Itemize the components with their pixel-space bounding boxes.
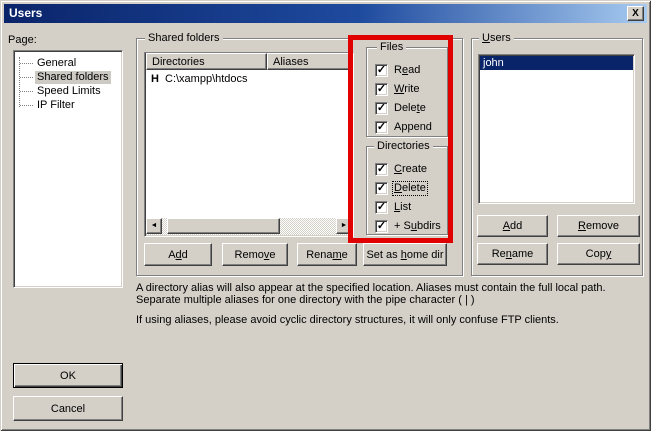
- tree-item-label-selected: Shared folders: [35, 71, 111, 84]
- directories-permissions-group: Directories ✓ Create ✓ Delete ✓ List ✓ +…: [366, 146, 448, 235]
- shared-folders-legend: Shared folders: [145, 32, 223, 45]
- window-title: Users: [9, 6, 42, 20]
- checkbox-checked-icon[interactable]: ✓: [375, 121, 388, 134]
- checkbox-checked-icon[interactable]: ✓: [375, 83, 388, 96]
- scroll-right-icon: ►: [341, 222, 348, 229]
- home-dir-flag: H: [151, 73, 159, 85]
- rename-folder-button[interactable]: Rename: [297, 243, 357, 266]
- checkbox-checked-icon[interactable]: ✓: [375, 220, 388, 233]
- files-legend: Files: [377, 41, 406, 54]
- checkbox-checked-icon[interactable]: ✓: [375, 102, 388, 115]
- close-button[interactable]: X: [627, 6, 644, 21]
- checkbox-label-focused: Delete: [393, 182, 427, 195]
- button-label: Copy: [586, 248, 612, 260]
- checkbox-label: Create: [393, 163, 428, 176]
- button-label: Add: [168, 249, 188, 261]
- users-legend: Users: [479, 32, 514, 45]
- add-user-button[interactable]: Add: [477, 215, 548, 237]
- tree-item-label: IP Filter: [35, 99, 77, 112]
- directories-listview[interactable]: Directories Aliases H C:\xampp\htdocs ◄ …: [144, 52, 354, 237]
- checkbox-read[interactable]: ✓ Read: [375, 63, 421, 78]
- checkbox-label: List: [393, 201, 412, 214]
- checkbox-checked-icon[interactable]: ✓: [375, 163, 388, 176]
- remove-folder-button[interactable]: Remove: [222, 243, 288, 266]
- directories-legend: Directories: [374, 140, 433, 153]
- users-dialog: Users X Page: General Shared folders Spe…: [0, 0, 651, 431]
- tree-stub-icon: [20, 105, 33, 106]
- scroll-right-button[interactable]: ►: [336, 218, 352, 234]
- button-label: Set as home dir: [366, 249, 443, 261]
- page-tree[interactable]: General Shared folders Speed Limits IP F…: [13, 50, 123, 288]
- tree-item-shared-folders[interactable]: Shared folders: [20, 70, 111, 84]
- checkbox-delete-files[interactable]: ✓ Delete: [375, 101, 427, 116]
- title-bar[interactable]: Users: [4, 4, 647, 23]
- tree-item-ip-filter[interactable]: IP Filter: [20, 98, 77, 112]
- list-item-user-selected[interactable]: john: [480, 56, 633, 70]
- page-label: Page:: [8, 34, 37, 46]
- checkbox-delete-dirs[interactable]: ✓ Delete: [375, 181, 427, 196]
- tree-stub-icon: [20, 63, 33, 64]
- alias-help-text: A directory alias will also appear at th…: [136, 283, 651, 327]
- button-label: Remove: [235, 249, 276, 261]
- button-label: Remove: [578, 220, 619, 232]
- copy-user-button[interactable]: Copy: [557, 243, 640, 265]
- checkbox-append[interactable]: ✓ Append: [375, 120, 433, 135]
- scroll-left-button[interactable]: ◄: [146, 218, 162, 234]
- column-header-aliases[interactable]: Aliases: [267, 53, 353, 70]
- set-as-home-dir-button[interactable]: Set as home dir: [363, 243, 447, 266]
- column-header-label: Aliases: [273, 56, 308, 68]
- tree-item-speed-limits[interactable]: Speed Limits: [20, 84, 103, 98]
- scrollbar-thumb[interactable]: [167, 218, 280, 234]
- tree-item-label: Speed Limits: [35, 85, 103, 98]
- button-label: Add: [503, 220, 523, 232]
- button-label: Rename: [492, 248, 534, 260]
- close-icon: X: [632, 8, 639, 19]
- alias-help-paragraph-1: A directory alias will also appear at th…: [136, 283, 651, 306]
- tree-stub-icon: [20, 91, 33, 92]
- column-header-label: Directories: [152, 56, 205, 68]
- ok-button[interactable]: OK: [13, 363, 123, 388]
- checkbox-write[interactable]: ✓ Write: [375, 82, 420, 97]
- checkbox-label: Append: [393, 121, 433, 134]
- checkbox-label: Delete: [393, 102, 427, 115]
- files-permissions-group: Files ✓ Read ✓ Write ✓ Delete ✓ Append: [366, 47, 448, 137]
- cancel-button[interactable]: Cancel: [13, 396, 123, 421]
- tree-stub-icon: [20, 77, 33, 78]
- checkbox-create[interactable]: ✓ Create: [375, 162, 428, 177]
- tree-item-general[interactable]: General: [20, 56, 78, 70]
- alias-help-paragraph-2: If using aliases, please avoid cyclic di…: [136, 315, 651, 327]
- checkbox-checked-icon[interactable]: ✓: [375, 64, 388, 77]
- horizontal-scrollbar[interactable]: ◄ ►: [146, 218, 352, 235]
- column-header-directories[interactable]: Directories: [146, 53, 267, 70]
- button-label: Cancel: [51, 403, 85, 415]
- checkbox-checked-icon[interactable]: ✓: [375, 182, 388, 195]
- remove-user-button[interactable]: Remove: [557, 215, 640, 237]
- checkbox-label: Write: [393, 83, 420, 96]
- tree-item-label: General: [35, 57, 78, 70]
- directory-path: C:\xampp\htdocs: [165, 73, 248, 85]
- checkbox-checked-icon[interactable]: ✓: [375, 201, 388, 214]
- checkbox-list[interactable]: ✓ List: [375, 200, 412, 215]
- scroll-left-icon: ◄: [151, 222, 158, 229]
- rename-user-button[interactable]: Rename: [477, 243, 548, 265]
- users-listbox[interactable]: john: [478, 54, 635, 204]
- button-label: OK: [60, 370, 76, 382]
- button-label: Rename: [306, 249, 348, 261]
- checkbox-label: + Subdirs: [393, 220, 442, 233]
- checkbox-label: Read: [393, 64, 421, 77]
- add-folder-button[interactable]: Add: [144, 243, 212, 266]
- checkbox-subdirs[interactable]: ✓ + Subdirs: [375, 219, 442, 234]
